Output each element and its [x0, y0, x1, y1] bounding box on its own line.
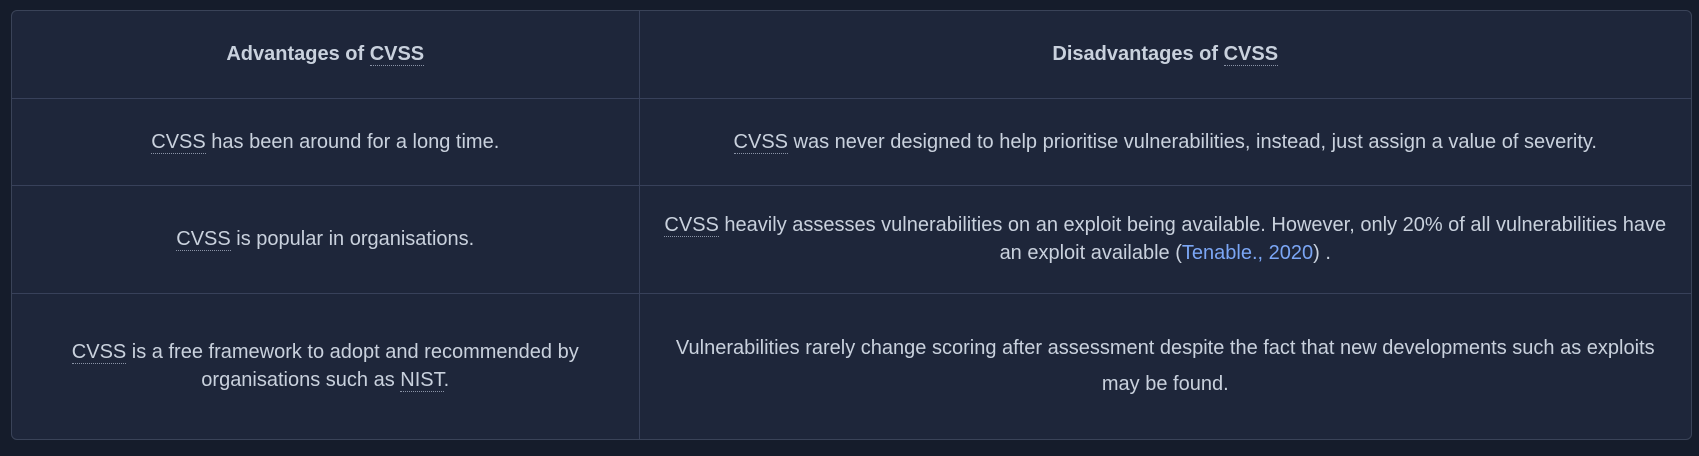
cvss-abbreviation[interactable]: CVSS [369, 43, 425, 67]
cvss-abbreviation[interactable]: CVSS [1223, 43, 1279, 67]
citation-link-tenable[interactable]: Tenable., 2020 [1182, 242, 1313, 264]
disadvantage-text-suffix: ) . [1313, 242, 1331, 264]
disadvantage-cell: CVSS was never designed to help prioriti… [639, 98, 1691, 186]
header-advantages-prefix: Advantages of [226, 43, 370, 66]
advantage-text: is a free framework to adopt and recomme… [126, 341, 579, 392]
advantage-cell: CVSS is popular in organisations. [12, 185, 640, 294]
header-disadvantages: Disadvantages of CVSS [639, 11, 1691, 99]
advantage-cell: CVSS has been around for a long time. [12, 98, 640, 186]
advantage-text: has been around for a long time. [205, 130, 500, 153]
advantage-text-suffix: . [443, 369, 450, 392]
comparison-table-container: Advantages of CVSS Disadvantages of CVSS… [11, 10, 1692, 440]
cvss-abbreviation[interactable]: CVSS [71, 341, 127, 365]
table-header-row: Advantages of CVSS Disadvantages of CVSS [12, 11, 1691, 99]
disadvantage-text: Vulnerabilities rarely change scoring af… [675, 337, 1655, 396]
disadvantage-cell: CVSS heavily assesses vulnerabilities on… [639, 185, 1691, 294]
nist-abbreviation[interactable]: NIST [400, 369, 444, 393]
table-row: CVSS is popular in organisations. CVSS h… [12, 185, 1691, 294]
disadvantage-text: was never designed to help prioritise vu… [788, 130, 1597, 153]
advantage-text: is popular in organisations. [230, 228, 475, 250]
cvss-abbreviation[interactable]: CVSS [176, 228, 231, 251]
header-disadvantages-prefix: Disadvantages of [1052, 43, 1224, 66]
cvss-abbreviation[interactable]: CVSS [664, 214, 719, 237]
cvss-abbreviation[interactable]: CVSS [151, 130, 206, 154]
advantage-cell: CVSS is a free framework to adopt and re… [12, 293, 640, 439]
cvss-abbreviation[interactable]: CVSS [733, 130, 788, 154]
cvss-comparison-table: Advantages of CVSS Disadvantages of CVSS… [12, 11, 1691, 439]
table-row: CVSS is a free framework to adopt and re… [12, 293, 1691, 439]
disadvantage-cell: Vulnerabilities rarely change scoring af… [639, 293, 1691, 439]
header-advantages: Advantages of CVSS [12, 11, 640, 99]
table-row: CVSS has been around for a long time. CV… [12, 98, 1691, 186]
